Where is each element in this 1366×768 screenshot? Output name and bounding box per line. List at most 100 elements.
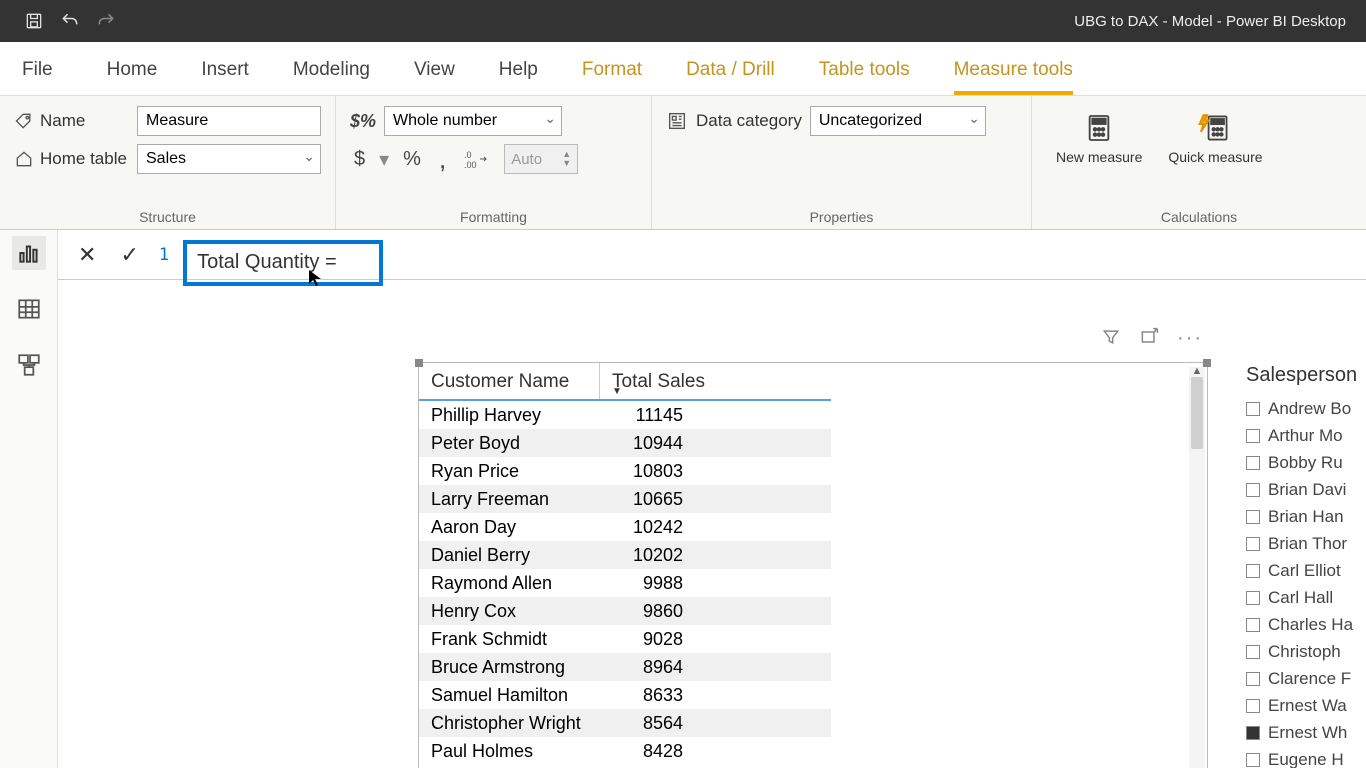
tab-format[interactable]: Format [560,59,664,95]
undo-icon[interactable] [60,11,80,31]
slicer-item[interactable]: Ernest Wh [1246,719,1366,746]
group-properties: Properties [666,205,1017,225]
report-view-button[interactable] [12,236,46,270]
save-icon[interactable] [24,11,44,31]
slicer-item[interactable]: Brian Han [1246,503,1366,530]
cell-name: Christopher Wright [419,713,599,734]
slicer-item[interactable]: Arthur Mo [1246,422,1366,449]
slicer-item[interactable]: Clarence F [1246,665,1366,692]
slicer-item-label: Ernest Wa [1268,696,1347,716]
formula-input[interactable]: Total Quantity = [183,240,383,286]
cell-value: 8964 [599,657,695,678]
cell-name: Ryan Price [419,461,599,482]
slicer-item-label: Eugene H [1268,750,1344,768]
checkbox-icon [1246,726,1260,740]
model-view-button[interactable] [12,348,46,382]
thousands-button[interactable]: , [435,157,450,161]
titlebar: UBG to DAX - Model - Power BI Desktop [0,0,1366,42]
cell-value: 10944 [599,433,695,454]
checkbox-icon [1246,429,1260,443]
focus-mode-icon[interactable] [1139,327,1159,350]
cell-name: Phillip Harvey [419,405,599,426]
tab-help[interactable]: Help [477,59,560,95]
table-row[interactable]: Larry Freeman10665 [419,485,831,513]
tab-table-tools[interactable]: Table tools [797,59,932,95]
column-header-value[interactable]: Total Sales ▼ [599,363,831,399]
window-title: UBG to DAX - Model - Power BI Desktop [940,13,1346,30]
slicer-item[interactable]: Christoph [1246,638,1366,665]
slicer-item[interactable]: Carl Hall [1246,584,1366,611]
table-row[interactable]: Samuel Hamilton8633 [419,681,831,709]
group-calculations: Calculations [1046,205,1352,225]
cell-name: Daniel Berry [419,545,599,566]
cell-name: Samuel Hamilton [419,685,599,706]
slicer-item-label: Christoph [1268,642,1341,662]
slicer-item[interactable]: Brian Thor [1246,530,1366,557]
cell-value: 9028 [599,629,695,650]
slicer-item-label: Clarence F [1268,669,1351,689]
cell-name: Frank Schmidt [419,629,599,650]
decimals-button[interactable]: .0.00 [460,147,494,171]
formula-cancel-button[interactable]: ✕ [72,242,102,268]
slicer-item-label: Ernest Wh [1268,723,1347,743]
table-row[interactable]: Peter Boyd10944 [419,429,831,457]
table-row[interactable]: Raymond Allen9988 [419,569,831,597]
percent-button[interactable]: % [399,146,425,173]
slicer-item[interactable]: Ernest Wa [1246,692,1366,719]
table-row[interactable]: Daniel Berry10202 [419,541,831,569]
cell-value: 10803 [599,461,695,482]
formula-line-number: 1 [157,245,171,265]
table-visual[interactable]: ··· Customer Name Total Sales ▼ Phillip … [418,362,1208,768]
hometable-select[interactable] [137,144,321,174]
group-formatting: Formatting [350,205,637,225]
decimal-places-input[interactable]: Auto ▲▼ [504,144,578,174]
slicer-item[interactable]: Eugene H [1246,746,1366,768]
table-row[interactable]: Paul Holmes8428 [419,737,831,765]
formula-commit-button[interactable]: ✓ [114,242,144,268]
table-row[interactable]: Aaron Day10242 [419,513,831,541]
slicer-item-label: Andrew Bo [1268,399,1351,419]
table-row[interactable]: Henry Cox9860 [419,597,831,625]
slicer-item[interactable]: Charles Ha [1246,611,1366,638]
column-header-name[interactable]: Customer Name [419,363,599,399]
tab-modeling[interactable]: Modeling [271,59,392,95]
formula-bar: ✕ ✓ 1 Total Quantity = [58,230,1366,280]
new-measure-button[interactable]: New measure [1046,106,1152,169]
filter-icon[interactable] [1101,327,1121,350]
tab-home[interactable]: Home [85,59,180,95]
quick-measure-button[interactable]: Quick measure [1158,106,1272,169]
table-row[interactable]: Bruce Armstrong8964 [419,653,831,681]
format-icon: $% [350,111,376,132]
datacategory-label: Data category [696,111,802,131]
redo-icon[interactable] [96,11,116,31]
currency-button[interactable]: $ [350,146,369,173]
table-row[interactable]: Phillip Harvey11145 [419,401,831,429]
home-icon [14,149,34,169]
tab-data-drill[interactable]: Data / Drill [664,59,797,95]
checkbox-icon [1246,402,1260,416]
tab-view[interactable]: View [392,59,477,95]
slicer-item-label: Brian Davi [1268,480,1346,500]
slicer-item[interactable]: Bobby Ru [1246,449,1366,476]
tab-insert[interactable]: Insert [179,59,271,95]
data-view-button[interactable] [12,292,46,326]
svg-text:.00: .00 [464,160,477,169]
slicer-item[interactable]: Carl Elliot [1246,557,1366,584]
cell-name: Bruce Armstrong [419,657,599,678]
slicer-item[interactable]: Brian Davi [1246,476,1366,503]
visual-scrollbar[interactable]: ▲ ▼ [1189,367,1205,768]
report-canvas[interactable]: ··· Customer Name Total Sales ▼ Phillip … [58,280,1366,768]
format-select[interactable] [384,106,562,136]
table-row[interactable]: Ryan Price10803 [419,457,831,485]
cell-name: Peter Boyd [419,433,599,454]
salesperson-slicer: Salesperson Andrew BoArthur MoBobby RuBr… [1246,360,1366,768]
table-row[interactable]: Christopher Wright8564 [419,709,831,737]
tab-file[interactable]: File [0,59,85,95]
datacategory-select[interactable] [810,106,986,136]
more-options-icon[interactable]: ··· [1177,327,1203,350]
cell-value: 8564 [599,713,695,734]
slicer-item[interactable]: Andrew Bo [1246,395,1366,422]
table-row[interactable]: Frank Schmidt9028 [419,625,831,653]
tab-measure-tools[interactable]: Measure tools [932,59,1095,95]
measure-name-input[interactable] [137,106,321,136]
